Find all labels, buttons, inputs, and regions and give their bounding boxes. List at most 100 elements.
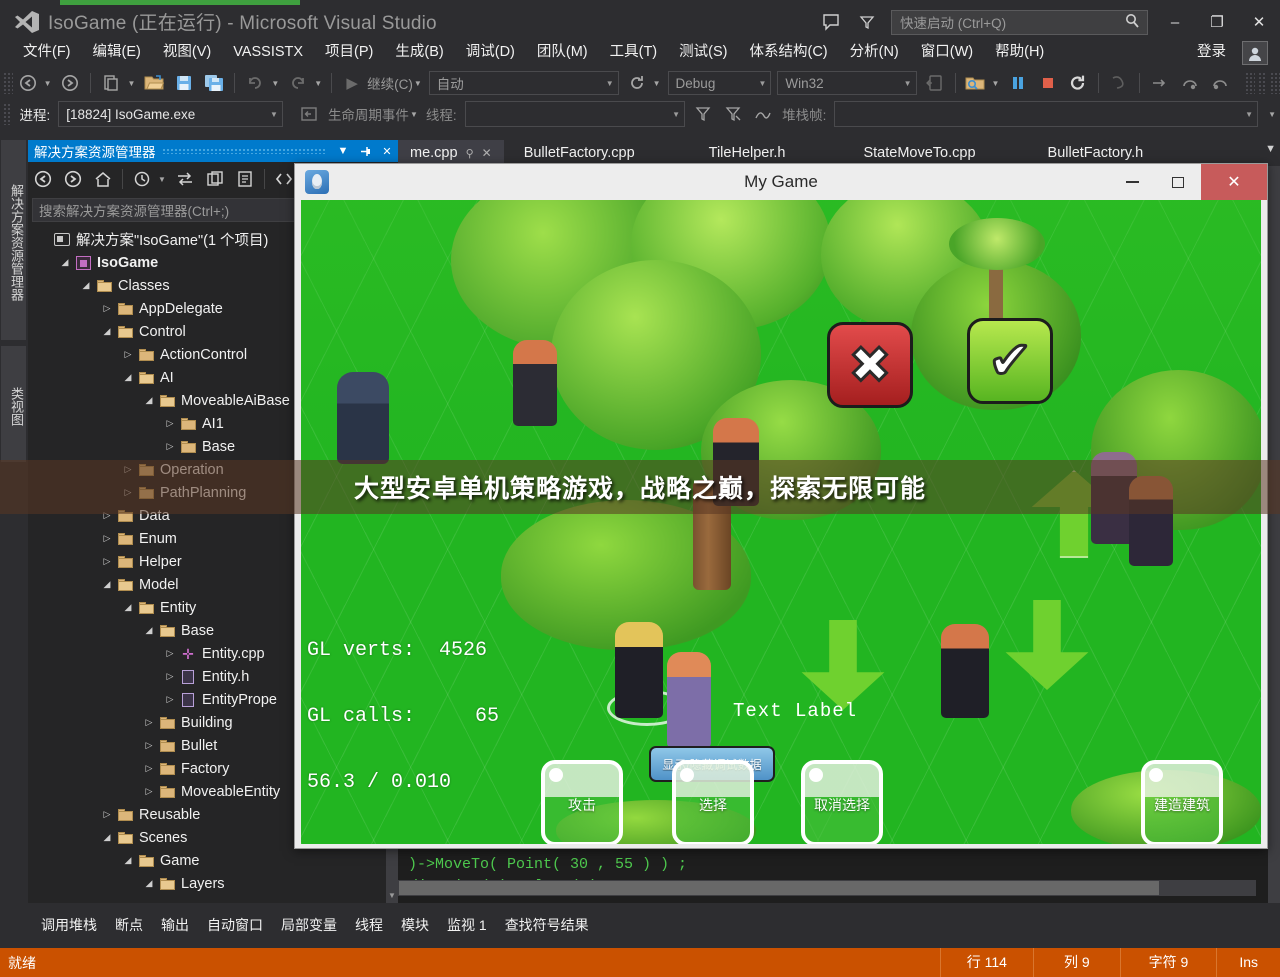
- tree-item[interactable]: ◢Game: [28, 849, 386, 872]
- refresh-icon[interactable]: [622, 70, 652, 96]
- flag-clear-icon[interactable]: [718, 101, 748, 127]
- new-item-icon[interactable]: [96, 70, 126, 96]
- expand-collapse-closed-icon[interactable]: ▷: [99, 533, 115, 544]
- menu-window[interactable]: 窗口(W): [910, 39, 984, 65]
- expand-collapse-open-icon[interactable]: ◢: [120, 855, 136, 866]
- minimize-button[interactable]: –: [1154, 5, 1196, 39]
- show-next-statement-icon[interactable]: [1104, 70, 1134, 96]
- bottom-tab-locals[interactable]: 局部变量: [272, 910, 346, 941]
- expand-collapse-closed-icon[interactable]: ▷: [141, 740, 157, 751]
- step-into-icon[interactable]: [1145, 70, 1175, 96]
- vertical-tab-class-view[interactable]: 类视图: [1, 346, 26, 462]
- refresh-icon-se[interactable]: [200, 165, 230, 193]
- expand-collapse-closed-icon[interactable]: ▷: [162, 671, 178, 682]
- pin-icon[interactable]: ⚲: [466, 147, 474, 160]
- debug-toolbar-grip[interactable]: [3, 103, 11, 125]
- auto-combo[interactable]: 自动 ▼: [429, 71, 619, 95]
- navigate-back-dropdown-icon[interactable]: ▼: [43, 79, 56, 88]
- menu-view[interactable]: 视图(V): [152, 39, 222, 65]
- undo-icon[interactable]: [240, 70, 270, 96]
- menu-debug[interactable]: 调试(D): [455, 39, 526, 65]
- undo-dropdown-icon[interactable]: ▼: [270, 79, 283, 88]
- step-over-icon[interactable]: [1175, 70, 1205, 96]
- filter-funnel-icon[interactable]: [849, 7, 885, 37]
- menu-analyze[interactable]: 分析(N): [839, 39, 910, 65]
- platform-combo[interactable]: Win32 ▼: [777, 71, 916, 95]
- pin-icon-panel[interactable]: [354, 140, 376, 162]
- pending-changes-dropdown-icon[interactable]: ▼: [157, 175, 170, 184]
- expand-collapse-closed-icon[interactable]: ▷: [141, 763, 157, 774]
- menu-tools[interactable]: 工具(T): [599, 39, 669, 65]
- game-button-deselect[interactable]: 取消选择: [801, 760, 883, 844]
- find-in-files-icon[interactable]: [960, 70, 990, 96]
- bottom-tab-find-symbol[interactable]: 查找符号结果: [496, 910, 598, 941]
- close-icon-panel[interactable]: ✕: [376, 140, 398, 162]
- editor-vertical-scrollbar[interactable]: [1268, 166, 1280, 903]
- menu-team[interactable]: 团队(M): [526, 39, 599, 65]
- expand-collapse-closed-icon[interactable]: ▷: [99, 556, 115, 567]
- toolbar-grip[interactable]: [3, 72, 13, 94]
- new-item-dropdown-icon[interactable]: ▼: [126, 79, 139, 88]
- tree-item[interactable]: ◢Layers: [28, 872, 386, 895]
- unit-soldier-1[interactable]: [337, 372, 389, 464]
- expand-collapse-closed-icon[interactable]: ▷: [162, 648, 178, 659]
- game-minimize-button[interactable]: [1109, 164, 1155, 200]
- toolbar-overflow-grip-1[interactable]: [1245, 72, 1255, 94]
- expand-collapse-closed-icon[interactable]: ▷: [99, 809, 115, 820]
- sync-with-active-document-icon[interactable]: [170, 165, 200, 193]
- scroll-down-arrow-icon[interactable]: ▼: [386, 889, 398, 903]
- restore-button[interactable]: ❐: [1196, 5, 1238, 39]
- expand-collapse-closed-icon[interactable]: ▷: [120, 349, 136, 360]
- game-canvas[interactable]: ✖ ✔ 显示/隐藏调试数据 Text Label: [301, 200, 1261, 844]
- start-play-icon[interactable]: ▶: [337, 70, 367, 96]
- process-combo[interactable]: [18824] IsoGame.exe ▼: [58, 101, 283, 127]
- show-all-files-icon[interactable]: [230, 165, 260, 193]
- menu-build[interactable]: 生成(B): [384, 39, 454, 65]
- menu-test[interactable]: 测试(S): [668, 39, 738, 65]
- game-close-button[interactable]: ✕: [1201, 164, 1267, 200]
- device-icon[interactable]: [920, 70, 950, 96]
- expand-collapse-closed-icon[interactable]: ▷: [141, 786, 157, 797]
- game-button-select[interactable]: 选择: [672, 760, 754, 844]
- bottom-tab-threads[interactable]: 线程: [346, 910, 392, 941]
- lifecycle-events-icon[interactable]: [294, 101, 324, 127]
- expand-collapse-open-icon[interactable]: ◢: [99, 832, 115, 843]
- expand-collapse-open-icon[interactable]: ◢: [141, 878, 157, 889]
- expand-collapse-closed-icon[interactable]: ▷: [162, 418, 178, 429]
- unit-mage[interactable]: [667, 652, 711, 748]
- flag-icon[interactable]: [688, 101, 718, 127]
- expand-collapse-open-icon[interactable]: ◢: [99, 326, 115, 337]
- navigate-back-icon[interactable]: [13, 70, 43, 96]
- save-all-icon[interactable]: [199, 70, 229, 96]
- sign-in-link[interactable]: 登录: [1197, 39, 1226, 65]
- menu-edit[interactable]: 编辑(E): [82, 39, 152, 65]
- close-icon-tab[interactable]: ✕: [482, 146, 492, 160]
- menu-vassistx[interactable]: VASSISTX: [222, 39, 314, 65]
- unit-soldier-2[interactable]: [941, 624, 989, 718]
- bottom-tab-modules[interactable]: 模块: [392, 910, 438, 941]
- save-icon[interactable]: [169, 70, 199, 96]
- unit-hero-selected[interactable]: [615, 622, 663, 718]
- tab-overflow-icon[interactable]: ▼: [1265, 143, 1276, 155]
- expand-collapse-open-icon[interactable]: ◢: [141, 395, 157, 406]
- expand-collapse-open-icon[interactable]: ◢: [99, 579, 115, 590]
- menu-architecture[interactable]: 体系结构(C): [738, 39, 838, 65]
- open-folder-icon[interactable]: [139, 70, 169, 96]
- thread-combo[interactable]: ▼: [465, 101, 685, 127]
- redo-icon[interactable]: [283, 70, 313, 96]
- x-cross-button-icon[interactable]: ✖: [827, 322, 913, 408]
- debug-toolbar-overflow-icon[interactable]: ▼: [1267, 110, 1280, 119]
- find-dropdown-icon[interactable]: ▼: [990, 79, 1003, 88]
- back-icon[interactable]: [28, 165, 58, 193]
- expand-collapse-open-icon[interactable]: ◢: [57, 257, 73, 268]
- game-button-build[interactable]: 建造建筑: [1141, 760, 1223, 844]
- lifecycle-dropdown-icon[interactable]: ▼: [409, 110, 422, 119]
- menu-file[interactable]: 文件(F): [12, 39, 82, 65]
- expand-collapse-closed-icon[interactable]: ▷: [162, 694, 178, 705]
- navigate-forward-icon[interactable]: [55, 70, 85, 96]
- bottom-tab-call-stack[interactable]: 调用堆栈: [32, 910, 106, 941]
- expand-collapse-open-icon[interactable]: ◢: [120, 602, 136, 613]
- check-mark-button-icon[interactable]: ✔: [967, 318, 1053, 404]
- bottom-tab-watch-1[interactable]: 监视 1: [438, 910, 496, 941]
- expand-collapse-open-icon[interactable]: ◢: [120, 372, 136, 383]
